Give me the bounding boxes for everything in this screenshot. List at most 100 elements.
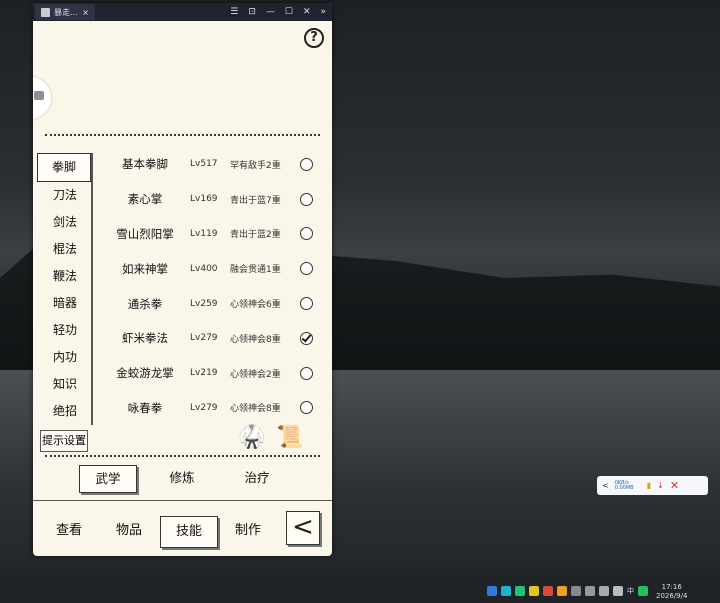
wifi-icon[interactable] (571, 586, 581, 596)
divider-bottom (33, 500, 332, 501)
clock-time: 17:16 (661, 583, 682, 591)
skill-name: 通杀拳 (127, 296, 163, 311)
skill-level: Lv259 (190, 298, 218, 309)
app-window: 暴走... × ☰ ⊡ — ☐ ✕ » ? 拳脚 刀法 剑法 棍法 鞭法 暗器 … (33, 3, 332, 556)
martial-artist-icon[interactable]: 🥋 (238, 425, 265, 450)
ime-indicator[interactable]: 中 (627, 586, 634, 596)
category-neigong[interactable]: 内功 (39, 344, 91, 371)
tray-app-icon[interactable] (501, 586, 511, 596)
menu-icon[interactable]: ☰ (230, 7, 238, 17)
skill-select-radio[interactable] (300, 227, 313, 241)
skill-row[interactable]: 雪山烈阳掌 Lv119 青出于蓝2重 (100, 217, 326, 252)
maximize-icon[interactable]: ☐ (285, 7, 293, 17)
help-button[interactable]: ? (304, 28, 324, 48)
nav-craft[interactable]: 制作 (220, 516, 276, 546)
hint-settings-button[interactable]: 提示设置 (40, 430, 88, 452)
category-bianfa[interactable]: 鞭法 (39, 263, 91, 290)
skill-name: 咏春拳 (127, 400, 163, 415)
skill-level: Lv279 (190, 333, 218, 344)
category-jianfa[interactable]: 剑法 (39, 209, 91, 236)
skill-name: 基本拳脚 (122, 157, 168, 172)
skill-row[interactable]: 素心掌 Lv169 青出于蓝7重 (100, 182, 326, 217)
camera-icon[interactable] (33, 77, 51, 119)
scroll-book-icon[interactable]: 📜 (276, 425, 303, 450)
app-icon (41, 7, 50, 17)
tab-wuxue[interactable]: 武学 (79, 465, 137, 493)
system-tray: 中 (487, 586, 648, 596)
skill-select-radio-checked[interactable] (300, 331, 313, 345)
widget-pin-icon[interactable]: ▮ (647, 481, 651, 490)
skill-rank: 青出于蓝7重 (230, 195, 281, 206)
skill-select-radio[interactable] (300, 366, 313, 380)
skill-level: Lv119 (190, 228, 218, 239)
skill-rank: 心领神会2重 (230, 369, 281, 380)
tray-app-icon[interactable] (557, 586, 567, 596)
skill-row[interactable]: 虾米拳法 Lv279 心领神会8重 (100, 321, 326, 356)
clock[interactable]: 17:16 2026/9/4 (656, 583, 687, 601)
widget-download-icon[interactable]: ↓ (657, 481, 664, 490)
skill-name: 金蛟游龙掌 (116, 366, 174, 381)
skill-select-radio[interactable] (300, 297, 313, 311)
category-gunfa[interactable]: 棍法 (39, 236, 91, 263)
tab-zhiliao[interactable]: 治疗 (229, 465, 285, 491)
skill-rank: 心领神会8重 (230, 334, 281, 345)
tab-close-icon[interactable]: × (82, 8, 89, 17)
widget-speed-readout: 0KB/s 0.00MB (614, 479, 634, 491)
back-button[interactable]: < (286, 511, 320, 545)
skill-rank: 心领神会6重 (230, 300, 281, 311)
skill-select-radio[interactable] (300, 157, 313, 171)
skill-level: Lv279 (190, 402, 218, 413)
skill-rank: 融会贯通1重 (230, 265, 281, 276)
divider-top (45, 134, 320, 136)
skill-name: 素心掌 (127, 192, 163, 207)
close-icon[interactable]: ✕ (303, 7, 311, 17)
battery-icon[interactable] (585, 586, 595, 596)
category-juezhao[interactable]: 绝招 (39, 398, 91, 425)
keyboard-icon[interactable] (613, 586, 623, 596)
skill-level: Lv169 (190, 194, 218, 205)
skill-select-radio[interactable] (300, 192, 313, 206)
title-bar: 暴走... × ☰ ⊡ — ☐ ✕ » (33, 3, 332, 21)
skill-name: 雪山烈阳掌 (116, 226, 174, 241)
minimize-icon[interactable]: — (266, 7, 275, 17)
tray-app-icon[interactable] (529, 586, 539, 596)
nav-items[interactable]: 物品 (101, 516, 157, 546)
category-panel: 拳脚 刀法 剑法 棍法 鞭法 暗器 轻功 内功 知识 绝招 (37, 153, 93, 425)
skill-list: 基本拳脚 Lv517 罕有敌手2重 素心掌 Lv169 青出于蓝7重 雪山烈阳掌… (100, 147, 326, 425)
skill-row[interactable]: 基本拳脚 Lv517 罕有敌手2重 (100, 147, 326, 182)
tab-xiulian[interactable]: 修炼 (154, 465, 210, 491)
category-zhishi[interactable]: 知识 (39, 371, 91, 398)
skill-select-radio[interactable] (300, 262, 313, 276)
skill-level: Lv219 (190, 368, 218, 379)
skill-select-radio[interactable] (300, 401, 313, 415)
divider-middle (45, 455, 320, 457)
skill-row[interactable]: 通杀拳 Lv259 心领神会6重 (100, 286, 326, 321)
category-qinggong[interactable]: 轻功 (39, 317, 91, 344)
tray-app-icon[interactable] (487, 586, 497, 596)
tray-app-icon[interactable] (638, 586, 648, 596)
skill-level: Lv400 (190, 263, 218, 274)
browser-tab[interactable]: 暴走... × (35, 4, 95, 20)
nav-view[interactable]: 查看 (41, 516, 97, 546)
clock-date: 2026/9/4 (656, 592, 688, 600)
skill-rank: 罕有敌手2重 (230, 160, 281, 171)
skill-name: 如来神掌 (122, 261, 168, 276)
skill-level: Lv517 (190, 159, 218, 170)
widget-close-icon[interactable]: ✕ (670, 479, 679, 492)
category-daofa[interactable]: 刀法 (39, 182, 91, 209)
category-quanjiao[interactable]: 拳脚 (37, 153, 91, 182)
expand-icon[interactable]: » (320, 7, 326, 17)
widget-back-icon[interactable]: < (602, 481, 609, 490)
skill-name: 虾米拳法 (122, 331, 168, 346)
skill-row[interactable]: 金蛟游龙掌 Lv219 心领神会2重 (100, 356, 326, 391)
skill-row[interactable]: 咏春拳 Lv279 心领神会8重 (100, 391, 326, 426)
tab-title: 暴走... (54, 7, 78, 17)
tray-app-icon[interactable] (515, 586, 525, 596)
skill-row[interactable]: 如来神掌 Lv400 融会贯通1重 (100, 251, 326, 286)
volume-icon[interactable] (599, 586, 609, 596)
network-speed-widget: < 0KB/s 0.00MB ▮ ↓ ✕ (597, 476, 708, 495)
screenshot-icon[interactable]: ⊡ (248, 7, 256, 17)
nav-skills[interactable]: 技能 (160, 516, 218, 548)
category-anqi[interactable]: 暗器 (39, 290, 91, 317)
tray-app-icon[interactable] (543, 586, 553, 596)
